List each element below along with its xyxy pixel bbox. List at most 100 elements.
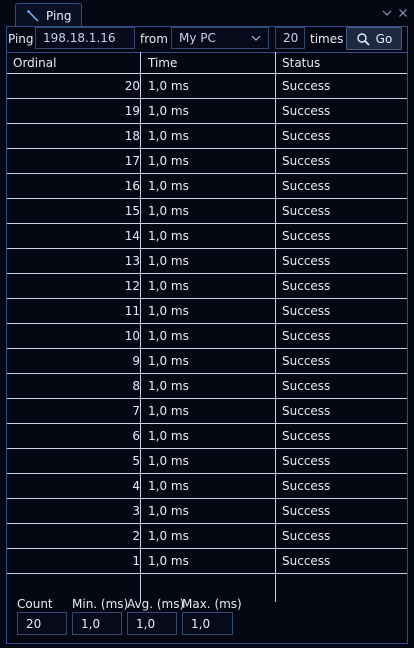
tab-strip: Ping [0,0,414,27]
go-button-label: Go [375,31,393,46]
max-stat-value: 1,0 [182,612,233,635]
table-row[interactable]: 16 1,0 ms Success [7,174,407,199]
cell-ordinal: 2 [132,529,140,543]
cell-status: Success [282,554,331,568]
cell-time: 1,0 ms [148,79,189,93]
table-row[interactable]: 18 1,0 ms Success [7,124,407,149]
cell-status: Success [282,479,331,493]
table-row[interactable]: 14 1,0 ms Success [7,224,407,249]
cell-ordinal: 19 [124,104,140,118]
tab-ping[interactable]: Ping [15,3,82,27]
ping-toolbar: Ping 198.18.1.16 from My PC 20 times Go [7,27,407,52]
table-row[interactable]: 5 1,0 ms Success [7,449,407,474]
table-row[interactable]: 9 1,0 ms Success [7,349,407,374]
times-label: times [310,32,344,46]
cell-status: Success [282,79,331,93]
cell-status: Success [282,254,331,268]
chevron-down-icon[interactable] [380,6,394,20]
cell-status: Success [282,204,331,218]
cell-ordinal: 5 [132,454,140,468]
cell-time: 1,0 ms [148,504,189,518]
cell-status: Success [282,229,331,243]
cell-status: Success [282,454,331,468]
cell-time: 1,0 ms [148,529,189,543]
table-row[interactable]: 20 1,0 ms Success [7,74,407,99]
stats-panel: Count 20 Min. (ms) 1,0 Avg. (ms) 1,0 Max… [7,593,407,643]
cell-time: 1,0 ms [148,104,189,118]
cell-ordinal: 10 [124,329,140,343]
table-row[interactable]: 12 1,0 ms Success [7,274,407,299]
table-row[interactable]: 1 1,0 ms Success [7,549,407,574]
cell-status: Success [282,329,331,343]
cell-ordinal: 11 [124,304,140,318]
table-row[interactable]: 17 1,0 ms Success [7,149,407,174]
cell-ordinal: 7 [132,404,140,418]
cell-time: 1,0 ms [148,129,189,143]
table-row[interactable]: 3 1,0 ms Success [7,499,407,524]
table-row[interactable]: 6 1,0 ms Success [7,424,407,449]
cell-status: Success [282,404,331,418]
go-button[interactable]: Go [346,27,402,50]
results-table: Ordinal Time Status 20 1,0 ms Success 19 1,0… [7,52,407,602]
cell-ordinal: 3 [132,504,140,518]
cell-ordinal: 18 [124,129,140,143]
cell-status: Success [282,504,331,518]
count-input[interactable]: 20 [275,27,305,49]
cell-time: 1,0 ms [148,554,189,568]
table-row[interactable]: 8 1,0 ms Success [7,374,407,399]
table-row[interactable]: 4 1,0 ms Success [7,474,407,499]
cell-ordinal: 6 [132,429,140,443]
cell-status: Success [282,304,331,318]
cell-ordinal: 17 [124,154,140,168]
host-input[interactable]: 198.18.1.16 [35,27,135,49]
cell-time: 1,0 ms [148,279,189,293]
chevron-down-icon [250,32,262,44]
table-row[interactable]: 19 1,0 ms Success [7,99,407,124]
cell-status: Success [282,429,331,443]
cell-status: Success [282,104,331,118]
search-icon [356,32,370,46]
column-header-time[interactable]: Time [148,56,177,70]
table-row[interactable]: 11 1,0 ms Success [7,299,407,324]
table-body: 20 1,0 ms Success 19 1,0 ms Success 18 1,0 ms Su… [7,74,407,574]
tab-label: Ping [46,8,72,23]
cell-time: 1,0 ms [148,304,189,318]
table-row[interactable]: 13 1,0 ms Success [7,249,407,274]
ping-label: Ping [8,32,34,46]
cell-ordinal: 4 [132,479,140,493]
source-dropdown[interactable]: My PC [171,27,269,49]
cell-time: 1,0 ms [148,479,189,493]
cell-ordinal: 1 [132,554,140,568]
table-row[interactable]: 10 1,0 ms Success [7,324,407,349]
table-row[interactable]: 15 1,0 ms Success [7,199,407,224]
cell-time: 1,0 ms [148,329,189,343]
cell-time: 1,0 ms [148,229,189,243]
column-header-status[interactable]: Status [282,56,320,70]
ping-panel: Ping 198.18.1.16 from My PC 20 times Go … [6,26,408,644]
cell-time: 1,0 ms [148,254,189,268]
min-stat-label: Min. (ms) [72,597,129,611]
cell-time: 1,0 ms [148,354,189,368]
table-row[interactable]: 2 1,0 ms Success [7,524,407,549]
from-label: from [140,32,168,46]
count-stat-label: Count [17,597,53,611]
cell-time: 1,0 ms [148,154,189,168]
cell-status: Success [282,129,331,143]
avg-stat-label: Avg. (ms) [127,597,185,611]
cell-ordinal: 14 [124,229,140,243]
count-stat-value: 20 [17,612,67,635]
cell-time: 1,0 ms [148,379,189,393]
cell-ordinal: 12 [124,279,140,293]
max-stat-label: Max. (ms) [182,597,242,611]
cell-status: Success [282,354,331,368]
cell-time: 1,0 ms [148,429,189,443]
table-row[interactable]: 7 1,0 ms Success [7,399,407,424]
source-dropdown-value: My PC [179,31,216,45]
cell-status: Success [282,154,331,168]
min-stat-value: 1,0 [72,612,122,635]
close-icon[interactable] [396,6,410,20]
cell-time: 1,0 ms [148,404,189,418]
cell-status: Success [282,379,331,393]
cell-status: Success [282,279,331,293]
column-header-ordinal[interactable]: Ordinal [13,56,56,70]
